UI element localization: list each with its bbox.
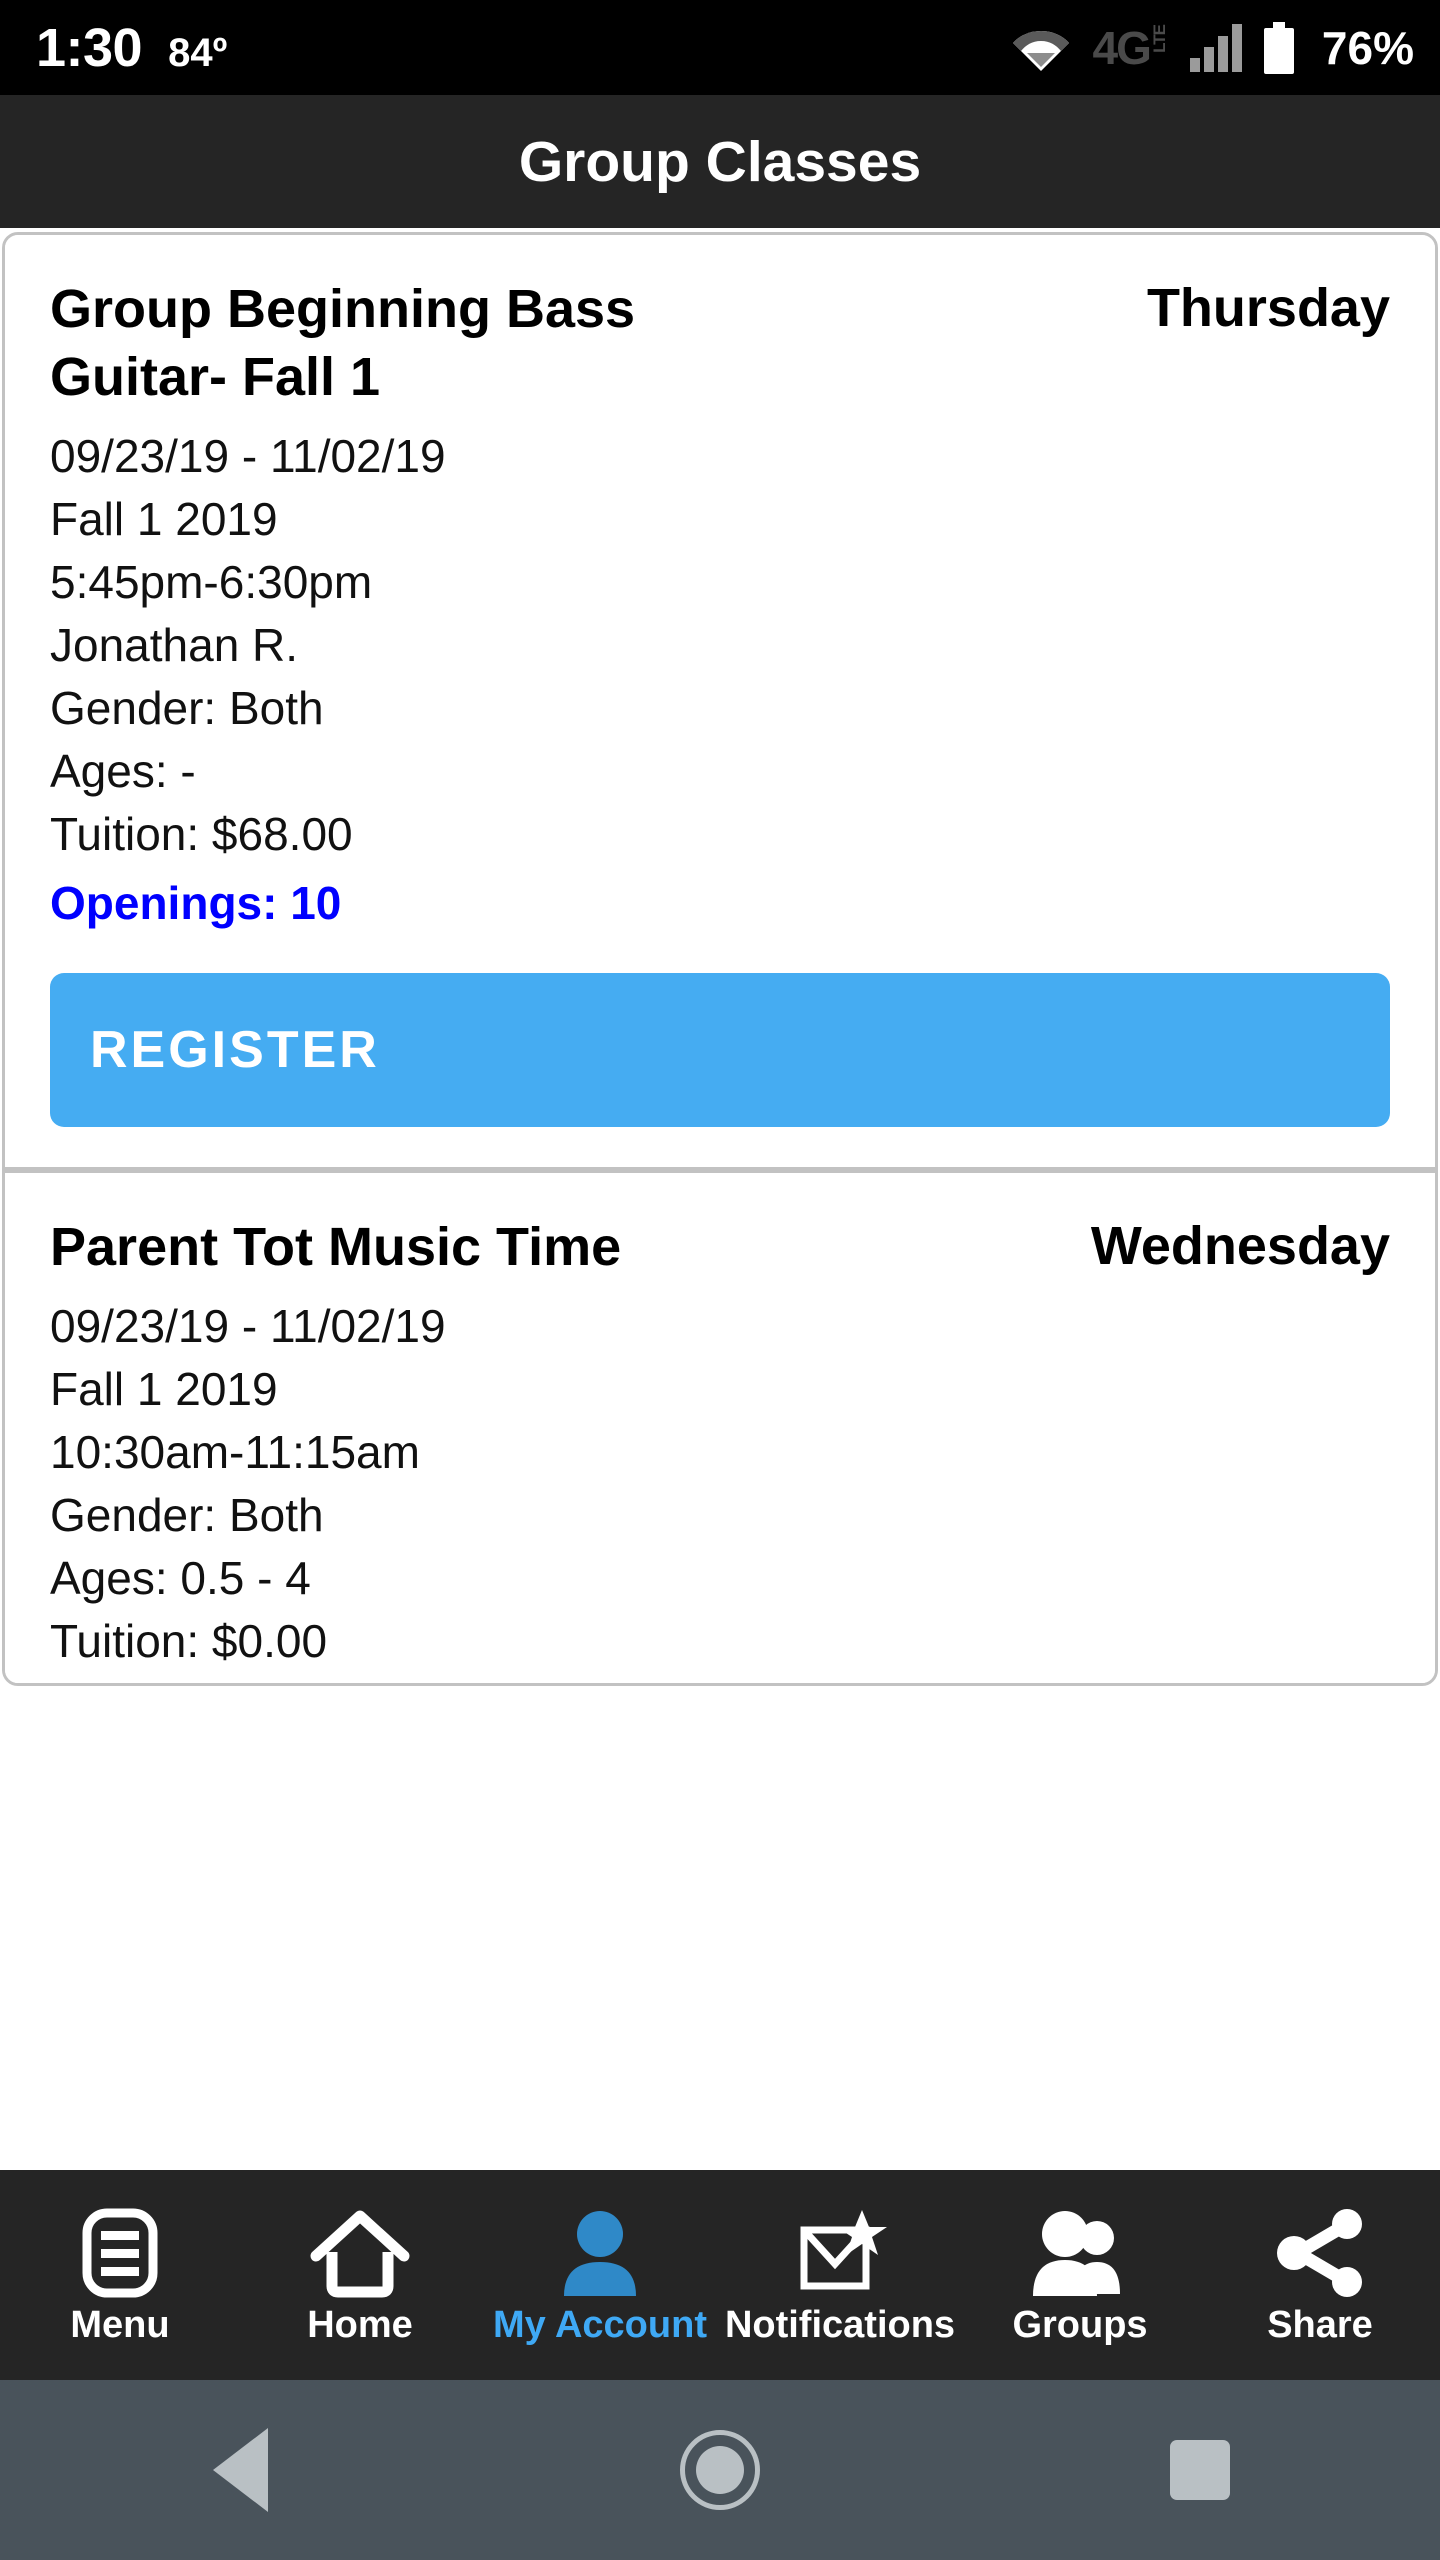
hamburger-menu-icon (82, 2206, 158, 2300)
status-bar-left: 1:30 84º (36, 21, 227, 75)
tab-groups[interactable]: Groups (960, 2170, 1200, 2380)
wifi-icon (1011, 25, 1071, 71)
class-tuition: Tuition: $68.00 (50, 808, 353, 861)
home-circle-icon[interactable] (620, 2380, 820, 2560)
status-bar: 1:30 84º 4G LTE 76% (0, 0, 1440, 95)
class-gender: Gender: Both (50, 1489, 324, 1542)
android-navigation-bar (0, 2380, 1440, 2560)
tab-share[interactable]: Share (1200, 2170, 1440, 2380)
class-tuition: Tuition: $0.00 (50, 1615, 328, 1668)
class-list-scroll-area[interactable]: Group Beginning Bass Guitar- Fall 1 Thur… (0, 228, 1440, 2170)
bottom-tab-bar: Menu Home My Account Notifications Group… (0, 2170, 1440, 2380)
class-instructor: Jonathan R. (50, 619, 299, 672)
tab-label: Groups (1012, 2304, 1148, 2346)
class-day: Thursday (1146, 278, 1390, 338)
tab-label: Share (1267, 2304, 1373, 2346)
class-day: Wednesday (1090, 1216, 1390, 1277)
battery-icon (1263, 21, 1294, 74)
class-card-stack: Group Beginning Bass Guitar- Fall 1 Thur… (2, 232, 1438, 1687)
network-sublabel: LTE (1149, 24, 1169, 53)
register-button[interactable]: REGISTER (50, 973, 1390, 1128)
tab-home[interactable]: Home (240, 2170, 480, 2380)
tab-notifications[interactable]: Notifications (720, 2170, 960, 2380)
class-title: Group Beginning Bass Guitar- Fall 1 (50, 279, 636, 408)
class-card[interactable]: Parent Tot Music Time Wednesday 09/23/19… (5, 1167, 1435, 1684)
class-date-range: 09/23/19 - 11/02/19 (50, 430, 446, 483)
tab-label: My Account (493, 2304, 707, 2346)
page-title: Group Classes (518, 129, 922, 194)
card-bottom-spacer (50, 1673, 1390, 1683)
tab-menu[interactable]: Menu (0, 2170, 240, 2380)
house-icon (310, 2206, 410, 2300)
recents-square-icon[interactable] (1100, 2380, 1300, 2560)
clock-time: 1:30 (36, 17, 143, 78)
tab-label: Menu (70, 2304, 170, 2346)
class-time: 10:30am-11:15am (50, 1426, 420, 1479)
share-nodes-icon (1270, 2206, 1370, 2300)
tab-label: Home (307, 2304, 413, 2346)
status-bar-right: 4G LTE 76% (1011, 21, 1414, 75)
app-header: Group Classes (0, 95, 1440, 228)
class-details: 09/23/19 - 11/02/19 Fall 1 2019 10:30am-… (50, 1295, 1390, 1673)
class-details: 09/23/19 - 11/02/19 Fall 1 2019 5:45pm-6… (50, 425, 1390, 935)
class-date-range: 09/23/19 - 11/02/19 (50, 1300, 446, 1353)
class-card-header: Parent Tot Music Time Wednesday (50, 1213, 1390, 1281)
class-card-header: Group Beginning Bass Guitar- Fall 1 Thur… (50, 275, 1390, 411)
class-ages: Ages: - (50, 745, 196, 798)
class-time: 5:45pm-6:30pm (50, 556, 373, 609)
phone-screen: 1:30 84º 4G LTE 76% Group Classes Group … (0, 0, 1440, 2560)
signal-bars-icon (1189, 23, 1242, 72)
network-type-icon: 4G LTE (1092, 21, 1169, 74)
envelope-star-icon (790, 2206, 890, 2300)
person-icon (556, 2206, 644, 2300)
class-openings: Openings: 10 (50, 877, 342, 930)
tab-label: Notifications (724, 2304, 956, 2346)
back-triangle-icon[interactable] (140, 2380, 340, 2560)
tab-my-account[interactable]: My Account (480, 2170, 720, 2380)
two-people-icon (1025, 2206, 1135, 2300)
class-gender: Gender: Both (50, 682, 324, 735)
class-ages: Ages: 0.5 - 4 (50, 1552, 311, 1605)
class-title: Parent Tot Music Time (50, 1217, 622, 1278)
class-session: Fall 1 2019 (50, 493, 278, 546)
class-session: Fall 1 2019 (50, 1363, 278, 1416)
class-card[interactable]: Group Beginning Bass Guitar- Fall 1 Thur… (5, 235, 1435, 1128)
temperature-readout: 84º (168, 30, 228, 75)
battery-percent-label: 76% (1321, 21, 1414, 74)
network-label: 4G (1092, 21, 1152, 74)
